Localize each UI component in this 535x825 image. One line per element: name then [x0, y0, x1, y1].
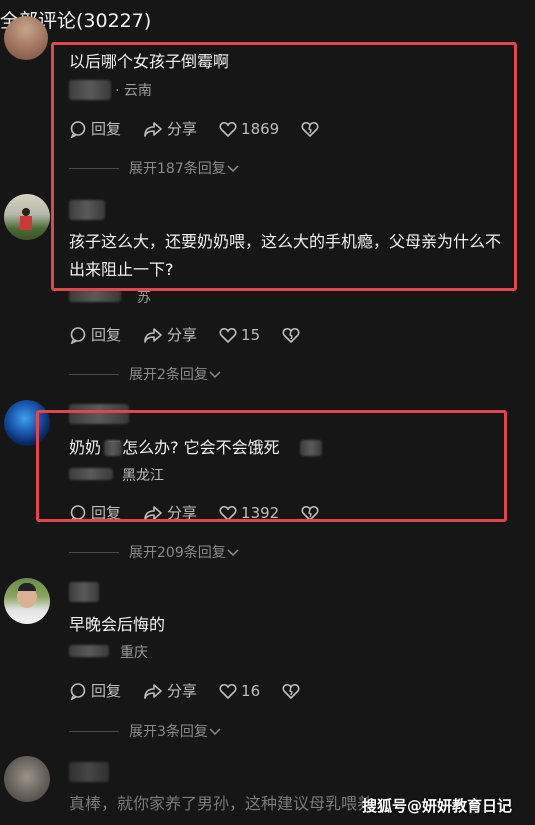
divider [69, 730, 119, 732]
username-redacted[interactable] [69, 762, 109, 782]
username-redacted [69, 645, 109, 657]
reply-button[interactable]: 回复 [69, 324, 121, 345]
broken-heart-icon [282, 683, 300, 699]
chevron-down-icon [209, 371, 221, 379]
avatar[interactable] [4, 16, 48, 60]
share-button[interactable]: 分享 [143, 680, 197, 701]
expand-replies[interactable]: 展开2条回复 [69, 364, 222, 384]
highlight-box [51, 42, 517, 291]
comment-actions: 回复 分享 15 [69, 324, 326, 345]
highlight-box [36, 410, 507, 522]
expand-replies[interactable]: 展开3条回复 [69, 721, 222, 741]
comment-actions: 回复 分享 16 [69, 680, 326, 701]
username-redacted[interactable] [69, 582, 99, 602]
avatar[interactable] [4, 578, 50, 624]
reply-button[interactable]: 回复 [69, 680, 121, 701]
comment-text: 真棒，就你家养了男孙，这种建议母乳喂养 [69, 794, 369, 813]
broken-heart-icon [282, 327, 300, 343]
share-button[interactable]: 分享 [143, 324, 197, 345]
heart-icon [219, 683, 237, 699]
like-button[interactable]: 16 [219, 682, 260, 700]
dislike-button[interactable] [282, 327, 304, 343]
username-redacted [69, 290, 121, 302]
chevron-down-icon [209, 728, 221, 736]
like-button[interactable]: 15 [219, 326, 260, 344]
reply-icon [70, 326, 86, 344]
reply-icon [70, 682, 86, 700]
heart-icon [219, 327, 237, 343]
comment-location: 重庆 [120, 645, 148, 661]
avatar[interactable] [4, 756, 50, 802]
divider [69, 551, 119, 553]
divider [69, 373, 119, 375]
avatar[interactable] [4, 194, 50, 240]
expand-replies[interactable]: 展开209条回复 [69, 542, 240, 562]
watermark: 搜狐号@妍妍教育日记 [362, 797, 513, 815]
chevron-down-icon [227, 549, 239, 557]
share-icon [144, 327, 162, 343]
dislike-button[interactable] [282, 683, 304, 699]
share-icon [144, 683, 162, 699]
comment-text: 早晚会后悔的 [69, 615, 166, 634]
